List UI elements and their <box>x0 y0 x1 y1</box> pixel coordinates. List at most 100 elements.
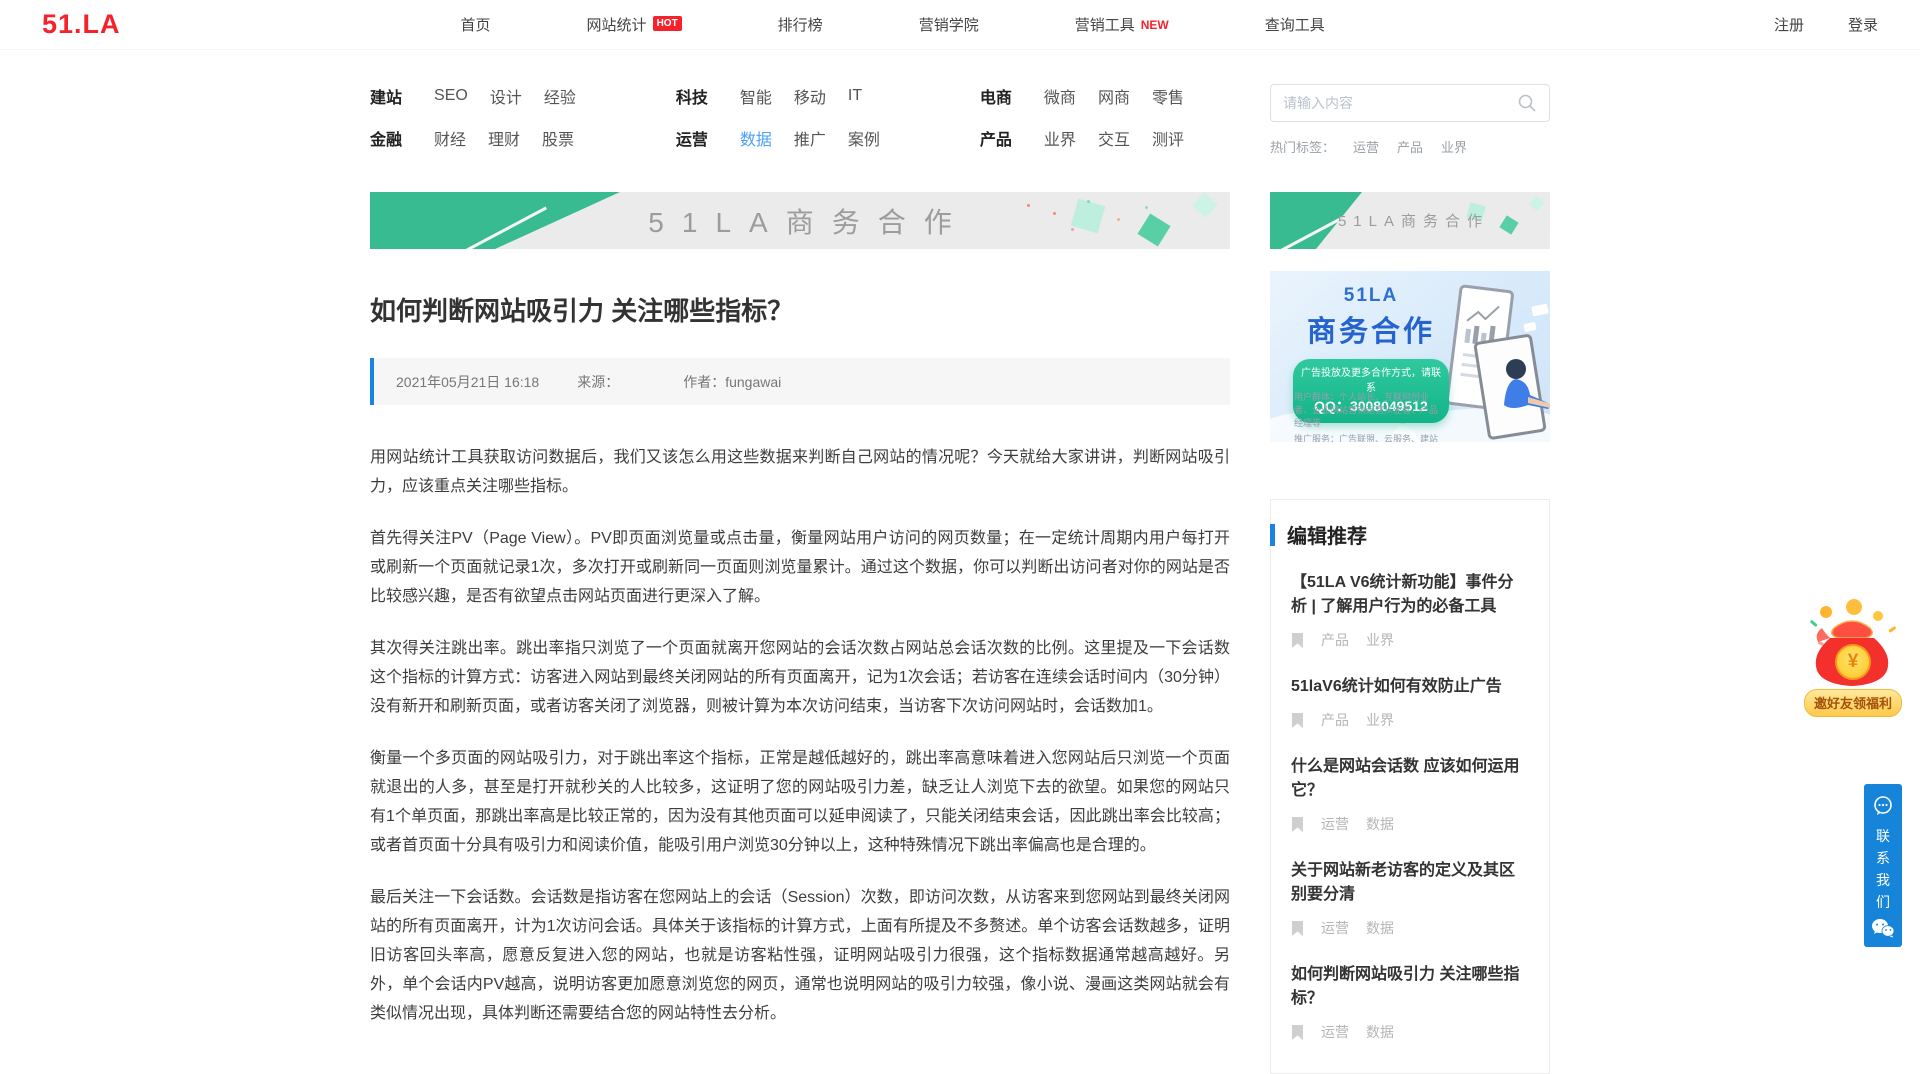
category-link-industry[interactable]: 业界 <box>1044 126 1076 150</box>
category-head-build[interactable]: 建站 <box>370 84 402 108</box>
site-logo[interactable]: 51.LA <box>42 9 121 40</box>
sidebar: 51LA商务合作 <box>1270 192 1550 1074</box>
nav-item-marketing-academy[interactable]: 营销学院 <box>919 14 979 35</box>
new-badge: NEW <box>1141 18 1169 32</box>
bookmark-icon <box>1291 1025 1304 1040</box>
recommend-item-tag[interactable]: 运营 <box>1321 918 1349 938</box>
login-link[interactable]: 登录 <box>1848 14 1878 35</box>
banner-text: 51LA商务合作 <box>630 201 969 241</box>
recommend-item: 如何判断网站吸引力 关注哪些指标？ 运营 数据 <box>1291 963 1529 1042</box>
category-link-wangshang[interactable]: 网商 <box>1098 84 1130 108</box>
category-link-stocks[interactable]: 股票 <box>542 126 574 150</box>
category-head-finance[interactable]: 金融 <box>370 126 402 150</box>
recommend-item-tag[interactable]: 业界 <box>1366 710 1394 730</box>
hot-badge: HOT <box>653 16 682 31</box>
source-label: 来源： <box>577 372 619 392</box>
business-coop-ad[interactable]: 51LA 商务合作 广告投放及更多合作方式，请联系 QQ：3008049512 … <box>1270 271 1550 442</box>
ad-services-note: 推广服务：广告联盟、云服务、建站服务、营销服务等 <box>1294 433 1446 442</box>
banner-text: 51LA商务合作 <box>1331 210 1489 231</box>
yuan-coin-icon: ¥ <box>1835 644 1871 680</box>
category-link-data-active[interactable]: 数据 <box>740 126 772 150</box>
paragraph: 首先得关注PV（Page View）。PV即页面浏览量或点击量，衡量网站用户访问… <box>370 524 1230 611</box>
top-header: 51.LA 首页 网站统计HOT 排行榜 营销学院 营销工具NEW 查询工具 注… <box>0 0 1920 50</box>
search-input[interactable] <box>1283 95 1517 111</box>
sidebar-coop-banner[interactable]: 51LA商务合作 <box>1270 192 1550 249</box>
nav-item-query-tools[interactable]: 查询工具 <box>1265 14 1325 35</box>
contact-us-button[interactable]: 联系我们 <box>1864 784 1902 926</box>
search-icon[interactable] <box>1517 93 1537 113</box>
recommend-item: 关于网站新老访客的定义及其区别要分清 运营 数据 <box>1291 859 1529 938</box>
recommend-item-tag[interactable]: 数据 <box>1366 814 1394 834</box>
nav-item-site-stats[interactable]: 网站统计HOT <box>587 14 682 35</box>
recommend-item-tag[interactable]: 产品 <box>1321 710 1349 730</box>
category-link-design[interactable]: 设计 <box>490 84 522 108</box>
paragraph: 用网站统计工具获取访问数据后，我们又该怎么用这些数据来判断自己网站的情况呢？今天… <box>370 443 1230 501</box>
author-label: 作者：fungawai <box>683 372 781 392</box>
article-body: 用网站统计工具获取访问数据后，我们又该怎么用这些数据来判断自己网站的情况呢？今天… <box>370 443 1230 1028</box>
category-link-caijing[interactable]: 财经 <box>434 126 466 150</box>
hot-tags: 热门标签： 运营 产品 业界 <box>1270 137 1550 156</box>
recommend-item-tag[interactable]: 产品 <box>1321 630 1349 650</box>
category-link-cases[interactable]: 案例 <box>848 126 880 150</box>
recommend-item-title[interactable]: 51laV6统计如何有效防止广告 <box>1291 675 1529 699</box>
search-box <box>1270 84 1550 122</box>
recommend-item-tag[interactable]: 数据 <box>1366 1022 1394 1042</box>
bookmark-icon <box>1291 921 1304 936</box>
hot-tag-operations[interactable]: 运营 <box>1353 137 1379 156</box>
category-head-product[interactable]: 产品 <box>980 126 1012 150</box>
category-link-interaction[interactable]: 交互 <box>1098 126 1130 150</box>
category-link-licai[interactable]: 理财 <box>488 126 520 150</box>
publish-date: 2021年05月21日 16:18 <box>396 372 539 392</box>
hot-tag-product[interactable]: 产品 <box>1397 137 1423 156</box>
nav-item-marketing-tools[interactable]: 营销工具NEW <box>1075 14 1169 35</box>
wechat-button[interactable] <box>1864 909 1902 947</box>
ad-brand: 51LA <box>1292 285 1450 307</box>
article-meta-bar: 2021年05月21日 16:18 来源： 作者：fungawai <box>370 358 1230 405</box>
bookmark-icon <box>1291 817 1304 832</box>
category-link-review[interactable]: 测评 <box>1152 126 1184 150</box>
category-head-operations[interactable]: 运营 <box>676 126 708 150</box>
recommend-item-tag[interactable]: 运营 <box>1321 814 1349 834</box>
category-link-ai[interactable]: 智能 <box>740 84 772 108</box>
paragraph: 最后关注一下会话数。会话数是指访客在您网站上的会话（Session）次数，即访问… <box>370 883 1230 1028</box>
invite-reward-widget[interactable]: ¥ 邀好友领福利 <box>1804 598 1900 717</box>
recommend-item-tag[interactable]: 数据 <box>1366 918 1394 938</box>
category-link-seo[interactable]: SEO <box>434 87 468 105</box>
category-head-ecommerce[interactable]: 电商 <box>980 84 1012 108</box>
article-column: 51LA商务合作 如何判断网站吸引力 关注哪些指标？ 2021年05月21日 1… <box>370 192 1230 1074</box>
main-nav: 首页 网站统计HOT 排行榜 营销学院 营销工具NEW 查询工具 <box>461 14 1325 35</box>
ad-contact-line: 广告投放及更多合作方式，请联系 <box>1299 364 1443 394</box>
category-link-experience[interactable]: 经验 <box>544 84 576 108</box>
nav-item-home[interactable]: 首页 <box>461 14 491 35</box>
editor-recommend-panel: 编辑推荐 【51LA V6统计新功能】事件分析 | 了解用户行为的必备工具 产品… <box>1270 499 1550 1074</box>
category-link-weishang[interactable]: 微商 <box>1044 84 1076 108</box>
category-link-mobile[interactable]: 移动 <box>794 84 826 108</box>
wechat-icon <box>1871 918 1895 938</box>
page-title: 如何判断网站吸引力 关注哪些指标？ <box>370 291 1230 328</box>
hot-tag-industry[interactable]: 业界 <box>1441 137 1467 156</box>
bookmark-icon <box>1291 633 1304 648</box>
recommend-item-title[interactable]: 关于网站新老访客的定义及其区别要分清 <box>1291 859 1529 907</box>
recommend-item-title[interactable]: 什么是网站会话数 应该如何运用它？ <box>1291 755 1529 803</box>
hot-tags-label: 热门标签： <box>1270 137 1335 156</box>
accent-bar <box>1270 524 1275 546</box>
contact-us-label: 联系我们 <box>1875 825 1891 913</box>
category-link-it[interactable]: IT <box>848 87 862 105</box>
ad-audience-note: 用户群体：个人站长、互联网创业者、企业网站营销运营从业者、产品经理等 <box>1294 391 1446 430</box>
recommend-title: 编辑推荐 <box>1287 520 1367 549</box>
category-group-ecommerce: 电商 微商 网商 零售 产品 业界 交互 测评 <box>980 84 1184 168</box>
recommend-item-tag[interactable]: 运营 <box>1321 1022 1349 1042</box>
category-link-promotion[interactable]: 推广 <box>794 126 826 150</box>
ad-title: 商务合作 <box>1292 308 1450 350</box>
paragraph: 衡量一个多页面的网站吸引力，对于跳出率这个指标，正常是越低越好的，跳出率高意味着… <box>370 744 1230 860</box>
recommend-item-title[interactable]: 【51LA V6统计新功能】事件分析 | 了解用户行为的必备工具 <box>1291 571 1529 619</box>
recommend-item-title[interactable]: 如何判断网站吸引力 关注哪些指标？ <box>1291 963 1529 1011</box>
category-group-tech: 科技 智能 移动 IT 运营 数据 推广 案例 <box>676 84 880 168</box>
register-link[interactable]: 注册 <box>1774 14 1804 35</box>
recommend-item-tag[interactable]: 业界 <box>1366 630 1394 650</box>
nav-item-rankings[interactable]: 排行榜 <box>778 14 823 35</box>
category-link-retail[interactable]: 零售 <box>1152 84 1184 108</box>
recommend-item: 【51LA V6统计新功能】事件分析 | 了解用户行为的必备工具 产品 业界 <box>1291 571 1529 650</box>
category-head-tech[interactable]: 科技 <box>676 84 708 108</box>
business-coop-banner[interactable]: 51LA商务合作 <box>370 192 1230 249</box>
